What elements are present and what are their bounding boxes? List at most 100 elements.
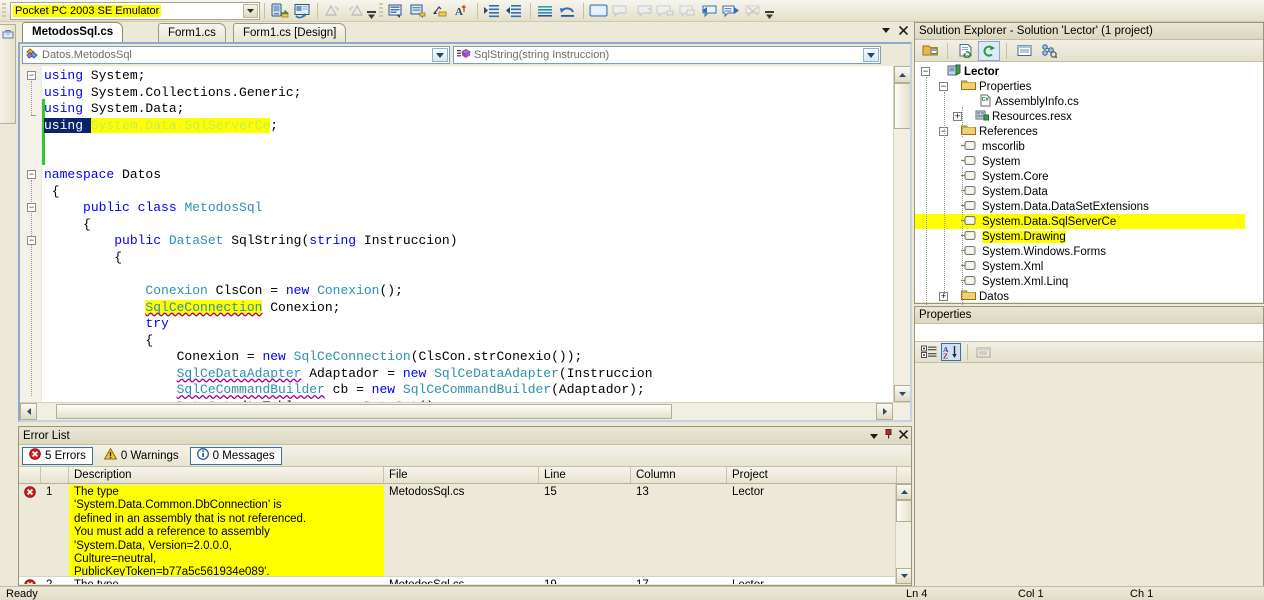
- scrollbar-thumb[interactable]: [894, 83, 910, 129]
- tree-item-properties[interactable]: − Properties: [915, 79, 1263, 94]
- property-pages-icon[interactable]: [974, 343, 994, 361]
- error-list-rows[interactable]: 1 The type 'System.Data.Common.DbConnect…: [19, 484, 911, 584]
- tree-item-system-data-sqlserverce[interactable]: System.Data.SqlServerCe: [915, 214, 1245, 229]
- surround-with-icon[interactable]: [654, 1, 676, 21]
- editor-tab-form1[interactable]: Form1.cs: [158, 23, 226, 42]
- column-header-file[interactable]: File: [384, 467, 539, 483]
- insert-snippet-icon[interactable]: [632, 1, 654, 21]
- editor-tab-form1-design[interactable]: Form1.cs [Design]: [233, 23, 347, 42]
- scroll-right-button[interactable]: [876, 403, 893, 420]
- errors-filter-button[interactable]: 5 Errors: [22, 446, 93, 465]
- tree-item-references[interactable]: − References: [915, 124, 1263, 139]
- column-header-column[interactable]: Column: [631, 467, 727, 483]
- collapse-toggle-icon[interactable]: −: [921, 67, 930, 76]
- collapse-toggle-icon[interactable]: −: [939, 82, 948, 91]
- refresh-icon[interactable]: [978, 40, 1000, 61]
- scroll-up-button[interactable]: [896, 484, 911, 500]
- undo-navigation-icon[interactable]: [557, 1, 579, 21]
- fold-toggle-method[interactable]: −: [27, 236, 36, 245]
- solution-tree[interactable]: − Lector − Properties C# AssemblyInfo.cs…: [915, 62, 1263, 317]
- scroll-down-button[interactable]: [896, 568, 911, 584]
- toggle-bookmark-icon[interactable]: [429, 1, 451, 21]
- chevron-down-icon[interactable]: [243, 3, 258, 18]
- show-all-files-icon[interactable]: [919, 41, 941, 61]
- clear-bookmarks-icon[interactable]: [610, 1, 632, 21]
- svg-text:A: A: [455, 6, 463, 18]
- error-list-scrollbar[interactable]: [895, 484, 911, 584]
- editor-horizontal-scrollbar[interactable]: [20, 402, 910, 420]
- column-header-number[interactable]: [41, 467, 69, 483]
- tree-item-system-core[interactable]: System.Core: [915, 169, 1263, 184]
- device-properties-icon[interactable]: [291, 1, 313, 21]
- tree-item-system-data-datasetextensions[interactable]: System.Data.DataSetExtensions: [915, 199, 1263, 214]
- scrollbar-thumb[interactable]: [896, 500, 911, 522]
- member-dropdown[interactable]: SqlString(string Instruccion): [453, 46, 881, 64]
- toolbar-grip[interactable]: [2, 2, 6, 19]
- tree-item-system-data[interactable]: System.Data: [915, 184, 1263, 199]
- tree-item-lector[interactable]: − Lector: [915, 64, 1263, 79]
- view-class-diagram-icon[interactable]: [1037, 41, 1059, 61]
- tree-item-system-windows-forms[interactable]: System.Windows.Forms: [915, 244, 1263, 259]
- categorized-icon[interactable]: [919, 343, 939, 361]
- scrollbar-thumb-horizontal[interactable]: [56, 404, 672, 419]
- previous-bookmark-folder-icon[interactable]: [504, 1, 526, 21]
- alphabetical-sort-icon[interactable]: A Z: [941, 343, 961, 361]
- tree-item-system-drawing[interactable]: System.Drawing: [915, 229, 1263, 244]
- toolbar-overflow-button[interactable]: [366, 2, 377, 20]
- toolbar-grip[interactable]: [379, 2, 383, 19]
- scroll-up-button[interactable]: [894, 66, 910, 83]
- toolbar-overflow-button-2[interactable]: [764, 2, 775, 20]
- increase-indent-icon[interactable]: [344, 1, 366, 21]
- next-bookmark-icon[interactable]: [482, 1, 504, 21]
- class-dropdown[interactable]: Datos.MetodosSql: [22, 46, 450, 64]
- scroll-left-button[interactable]: [20, 403, 37, 420]
- decrease-indent-icon[interactable]: [322, 1, 344, 21]
- fold-toggle-class[interactable]: −: [27, 203, 36, 212]
- uncomment-block-icon[interactable]: [720, 1, 742, 21]
- close-icon[interactable]: [896, 23, 910, 38]
- uncomment-selection-icon[interactable]: [407, 1, 429, 21]
- tree-item-mscorlib[interactable]: mscorlib: [915, 139, 1263, 154]
- previous-bookmark-icon[interactable]: A: [451, 1, 473, 21]
- tree-item-resources[interactable]: + Resources.resx: [915, 109, 1263, 124]
- editor-vertical-scrollbar[interactable]: [893, 66, 910, 402]
- toolbox-dock-tab[interactable]: [0, 24, 16, 124]
- target-device-combo[interactable]: Pocket PC 2003 SE Emulator: [10, 1, 260, 20]
- properties-object-selector[interactable]: [915, 324, 1263, 342]
- tree-item-assemblyinfo[interactable]: C# AssemblyInfo.cs: [915, 94, 1263, 109]
- next-bookmark-folder-icon[interactable]: [535, 1, 557, 21]
- tree-item-system-xml-linq[interactable]: System.Xml.Linq: [915, 274, 1263, 289]
- table-row[interactable]: 1 The type 'System.Data.Common.DbConnect…: [19, 484, 911, 577]
- column-header-description[interactable]: Description: [69, 467, 384, 483]
- tree-item-system[interactable]: System: [915, 154, 1263, 169]
- comment-selection-icon[interactable]: [385, 1, 407, 21]
- properties-window-icon[interactable]: [1013, 41, 1035, 61]
- chevron-down-icon[interactable]: [863, 48, 879, 62]
- close-icon[interactable]: [896, 429, 911, 442]
- properties-grid[interactable]: [915, 363, 1263, 600]
- pin-icon[interactable]: [881, 429, 896, 442]
- tree-item-system-xml[interactable]: System.Xml: [915, 259, 1263, 274]
- fold-toggle-using[interactable]: −: [27, 71, 36, 80]
- table-row[interactable]: 2 The type MetodosSql.cs 19 17 Lector: [19, 577, 911, 584]
- outline-region-icon[interactable]: [676, 1, 698, 21]
- redo-navigation-icon[interactable]: [588, 1, 610, 21]
- column-header-project[interactable]: Project: [727, 467, 897, 483]
- source-code[interactable]: using System; using System.Collections.Ge…: [44, 68, 892, 402]
- code-text-area[interactable]: − − − − using System; using System.Collec…: [20, 66, 910, 402]
- scroll-down-button[interactable]: [894, 385, 910, 402]
- messages-filter-button[interactable]: 0 Messages: [189, 446, 282, 465]
- column-header-line[interactable]: Line: [539, 467, 631, 483]
- comment-block-icon[interactable]: [698, 1, 720, 21]
- chevron-down-icon[interactable]: [879, 23, 893, 38]
- column-header-icon[interactable]: [19, 467, 41, 483]
- refresh-page-icon[interactable]: [954, 41, 976, 61]
- fold-toggle-namespace[interactable]: −: [27, 170, 36, 179]
- tree-item-datos[interactable]: + Datos: [915, 289, 1263, 304]
- editor-tab-metodossql[interactable]: MetodosSql.cs: [22, 22, 124, 42]
- chevron-down-icon[interactable]: [866, 430, 881, 442]
- clear-all-bookmarks-icon[interactable]: [742, 1, 764, 21]
- chevron-down-icon[interactable]: [432, 48, 448, 62]
- deploy-device-icon[interactable]: [269, 1, 291, 21]
- warnings-filter-button[interactable]: 0 Warnings: [97, 447, 186, 465]
